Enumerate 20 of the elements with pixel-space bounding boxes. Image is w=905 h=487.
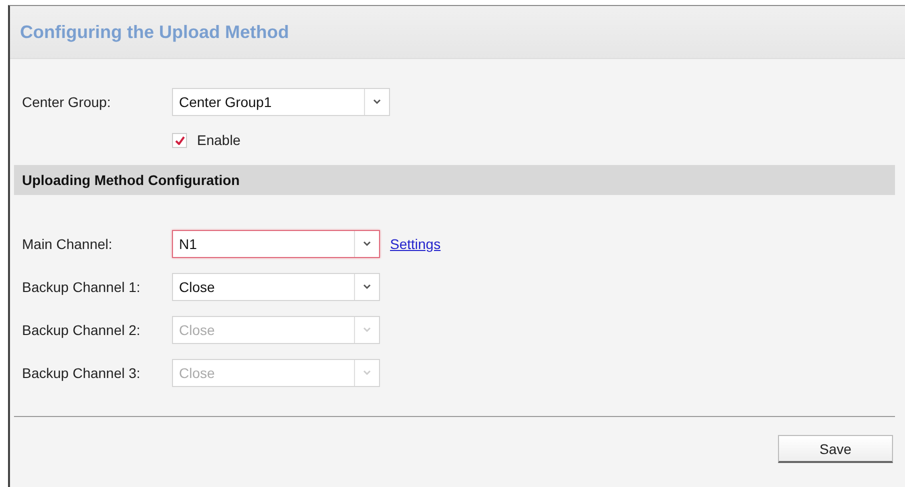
save-button[interactable]: Save (778, 435, 893, 463)
caret-icon (373, 99, 381, 105)
panel-title: Configuring the Upload Method (10, 6, 905, 59)
dropdown-field[interactable]: Center Group1 (172, 88, 390, 116)
field-label: Main Channel: (22, 236, 114, 252)
caret-icon (363, 370, 371, 376)
checkmark-icon (174, 136, 184, 144)
field-label: Backup Channel 3: (22, 364, 142, 380)
field-label: Center Group: (22, 94, 112, 110)
dropdown-field[interactable]: N1 (172, 230, 380, 258)
settings-link[interactable]: Settings (390, 236, 441, 252)
dropdown-field[interactable]: Close (172, 272, 380, 300)
field-label: Backup Channel 1: (22, 278, 142, 294)
caret-icon (363, 240, 371, 246)
caret-icon (363, 326, 371, 332)
section-header: Uploading Method Configuration (14, 165, 895, 195)
field-label: Backup Channel 2: (22, 322, 142, 338)
checkbox-label: Enable (197, 132, 241, 148)
checkbox[interactable] (172, 132, 187, 148)
caret-icon (363, 284, 371, 290)
